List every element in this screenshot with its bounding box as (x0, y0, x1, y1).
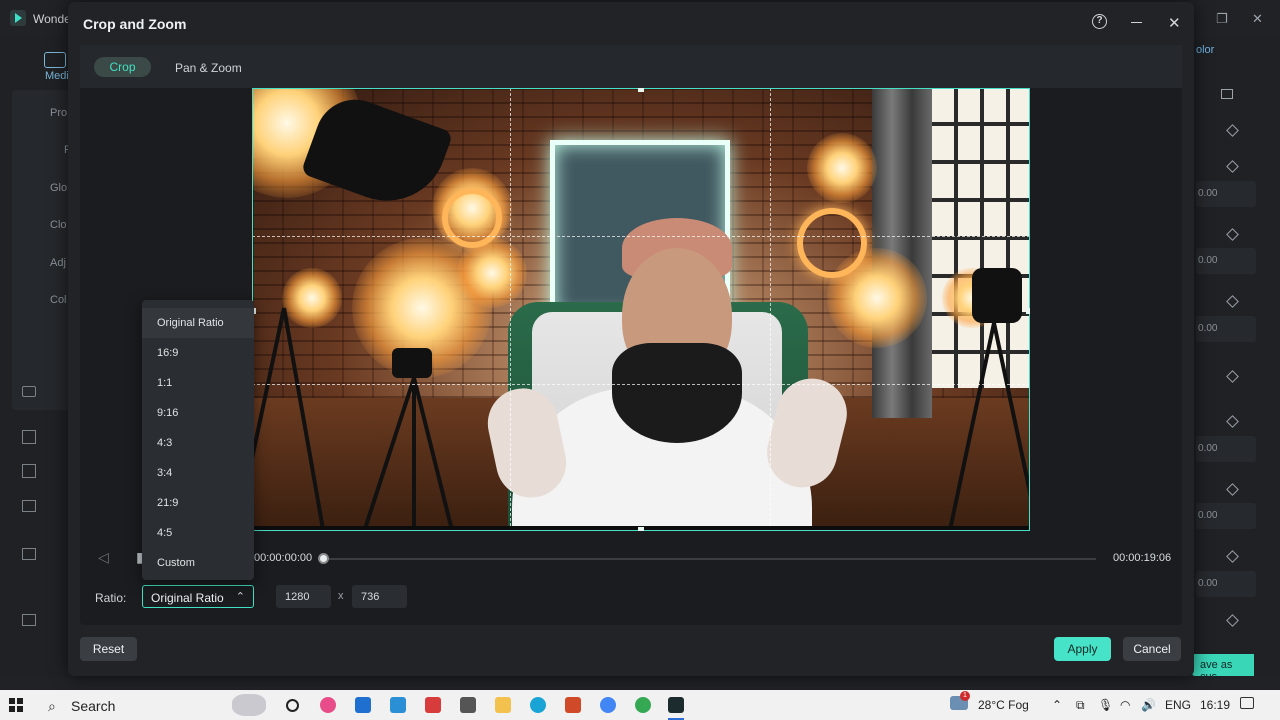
ratio-dropdown-menu: Original Ratio 16:9 1:1 9:16 4:3 3:4 21:… (142, 300, 254, 580)
weather-text[interactable]: 28°C Fog (978, 698, 1029, 712)
left-item-global[interactable]: Glo (50, 182, 67, 194)
notification-badge: 1 (960, 691, 970, 701)
ratio-option-4-3[interactable]: 4:3 (142, 428, 254, 458)
filmora-taskbar-icon[interactable] (668, 697, 684, 713)
chrome-icon[interactable] (600, 697, 616, 713)
mail-icon[interactable] (390, 697, 406, 713)
media-tab-label[interactable]: Medi (45, 70, 69, 82)
folder-icon[interactable] (22, 386, 36, 397)
right-value-field[interactable]: 0.00 (1196, 436, 1256, 462)
reset-button[interactable]: Reset (80, 637, 137, 661)
left-item-project[interactable]: Pro (50, 107, 67, 119)
wifi-icon[interactable]: ◠ (1120, 698, 1130, 712)
windows-start-icon[interactable] (9, 698, 23, 712)
close-icon[interactable]: ✕ (1168, 14, 1181, 32)
video-track-icon (22, 614, 36, 626)
chevron-up-icon: ⌃ (235, 591, 245, 603)
ratio-option-1-1[interactable]: 1:1 (142, 368, 254, 398)
right-value-field[interactable]: 0.00 (1196, 316, 1256, 342)
tray-app-icon[interactable]: ⧉ (1076, 698, 1085, 713)
minimize-icon[interactable] (1131, 22, 1142, 23)
file-explorer-icon[interactable] (495, 697, 511, 713)
tab-pan-zoom[interactable]: Pan & Zoom (175, 61, 242, 75)
tab-crop[interactable]: Crop (94, 57, 151, 77)
powerpoint-icon[interactable] (565, 697, 581, 713)
ratio-label: Ratio: (95, 591, 127, 605)
help-icon[interactable]: ? (1092, 14, 1107, 29)
playback-track[interactable] (323, 558, 1096, 560)
crop-handle-right[interactable] (1026, 308, 1030, 314)
ratio-option-9-16[interactable]: 9:16 (142, 398, 254, 428)
crop-handle-top[interactable] (638, 88, 644, 92)
app-left-panel (12, 90, 72, 410)
dialog-title: Crop and Zoom (83, 16, 187, 32)
ratio-option-original[interactable]: Original Ratio (142, 308, 254, 338)
grid-icon[interactable] (22, 430, 36, 444)
right-value-field[interactable]: 0.00 (1196, 181, 1256, 207)
video-track-icon (22, 500, 36, 512)
edge-icon[interactable] (530, 697, 546, 713)
left-item-adjust[interactable]: Adj (50, 257, 66, 269)
store-icon[interactable] (355, 697, 371, 713)
height-input[interactable]: 736 (352, 585, 407, 608)
width-input[interactable]: 1280 (276, 585, 331, 608)
save-as-custom-button[interactable]: ave as cus... (1192, 654, 1254, 683)
restore-icon[interactable]: ❐ (1216, 11, 1228, 27)
cortana-icon[interactable] (286, 699, 299, 712)
volume-icon[interactable]: 🔊 (1141, 698, 1156, 712)
notifications-icon[interactable] (1240, 697, 1254, 709)
app-title: Wonde (33, 12, 71, 26)
ratio-selected-value: Original Ratio (151, 591, 224, 605)
taskbar-search-label[interactable]: Search (71, 698, 115, 714)
microphone-icon[interactable]: 🎙 (1098, 698, 1113, 712)
left-item-cloud[interactable]: Clo (50, 219, 67, 231)
chevron-up-icon[interactable]: ⌃ (1052, 698, 1062, 712)
current-time: 00:00:00:00 (254, 552, 313, 564)
ratio-option-3-4[interactable]: 3:4 (142, 458, 254, 488)
chrome-profile-icon[interactable] (635, 697, 651, 713)
add-track-icon[interactable] (22, 464, 36, 478)
search-highlight-icon (232, 694, 266, 716)
ratio-option-4-5[interactable]: 4:5 (142, 518, 254, 548)
layout-icon[interactable] (1221, 89, 1233, 99)
video-preview[interactable] (252, 88, 1030, 531)
close-icon[interactable]: ✕ (1252, 11, 1263, 27)
ratio-select[interactable]: Original Ratio ⌃ (142, 585, 254, 608)
crop-frame[interactable] (252, 88, 1030, 531)
ratio-option-16-9[interactable]: 16:9 (142, 338, 254, 368)
language-indicator[interactable]: ENG (1165, 698, 1191, 712)
apply-button[interactable]: Apply (1054, 637, 1111, 661)
ratio-option-21-9[interactable]: 21:9 (142, 488, 254, 518)
right-value-field[interactable]: 0.00 (1196, 571, 1256, 597)
clock[interactable]: 16:19 (1200, 698, 1230, 712)
filmora-logo-icon (10, 10, 26, 26)
windows-taskbar: ⌕ Search 1 28°C Fog ⌃ ⧉ 🎙 ◠ 🔊 ENG 16:19 (0, 690, 1280, 720)
app-icon-dark[interactable] (460, 697, 476, 713)
search-icon[interactable]: ⌕ (48, 698, 56, 715)
left-item-color[interactable]: Col (50, 294, 67, 306)
right-tab-color[interactable]: olor (1196, 44, 1214, 56)
firefox-icon[interactable] (320, 697, 336, 713)
video-track-icon (22, 548, 36, 560)
app-timeline-strip (0, 678, 1280, 690)
right-value-field[interactable]: 0.00 (1196, 248, 1256, 274)
cancel-button[interactable]: Cancel (1123, 637, 1181, 661)
tab-bar: Crop Pan & Zoom (80, 45, 1182, 88)
crop-handle-bottom[interactable] (638, 527, 644, 531)
media-icon[interactable] (44, 52, 66, 68)
total-time: 00:00:19:06 (1113, 552, 1172, 564)
ratio-option-custom[interactable]: Custom (142, 548, 254, 578)
dimension-separator: x (338, 590, 344, 602)
app-icon-red[interactable] (425, 697, 441, 713)
right-value-field[interactable]: 0.00 (1196, 503, 1256, 529)
playback-scrubber[interactable] (318, 553, 329, 564)
previous-frame-icon[interactable]: ◁ (98, 549, 109, 566)
